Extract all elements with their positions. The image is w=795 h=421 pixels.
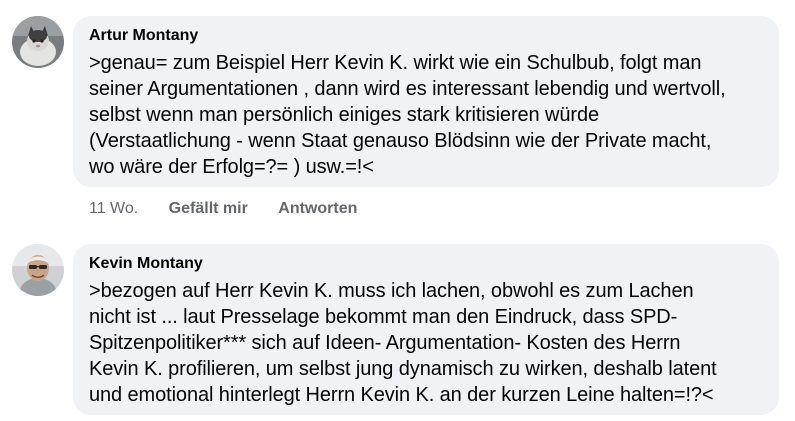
comment-actions: 11 Wo. Gefällt mir Antworten bbox=[89, 199, 383, 219]
comment-kevin: Kevin Montany >bezogen auf Herr Kevin K.… bbox=[0, 230, 795, 421]
cat-photo-avatar-icon bbox=[12, 16, 64, 68]
comment-text: >bezogen auf Herr Kevin K. muss ich lach… bbox=[89, 280, 717, 406]
comment-artur: Artur Montany >genau= zum Beispiel Herr … bbox=[0, 0, 795, 230]
reply-button[interactable]: Antworten bbox=[278, 199, 357, 219]
comment-author[interactable]: Kevin Montany bbox=[89, 254, 763, 274]
like-button[interactable]: Gefällt mir bbox=[169, 199, 248, 219]
person-photo-avatar-icon bbox=[12, 244, 64, 296]
avatar[interactable] bbox=[12, 244, 64, 296]
comment-author[interactable]: Artur Montany bbox=[89, 26, 763, 46]
avatar[interactable] bbox=[12, 16, 64, 68]
comment-timestamp[interactable]: 11 Wo. bbox=[89, 199, 138, 219]
comment-text: >genau= zum Beispiel Herr Kevin K. wirkt… bbox=[89, 52, 726, 178]
comment-bubble: Kevin Montany >bezogen auf Herr Kevin K.… bbox=[73, 244, 779, 415]
comment-bubble: Artur Montany >genau= zum Beispiel Herr … bbox=[73, 16, 779, 187]
